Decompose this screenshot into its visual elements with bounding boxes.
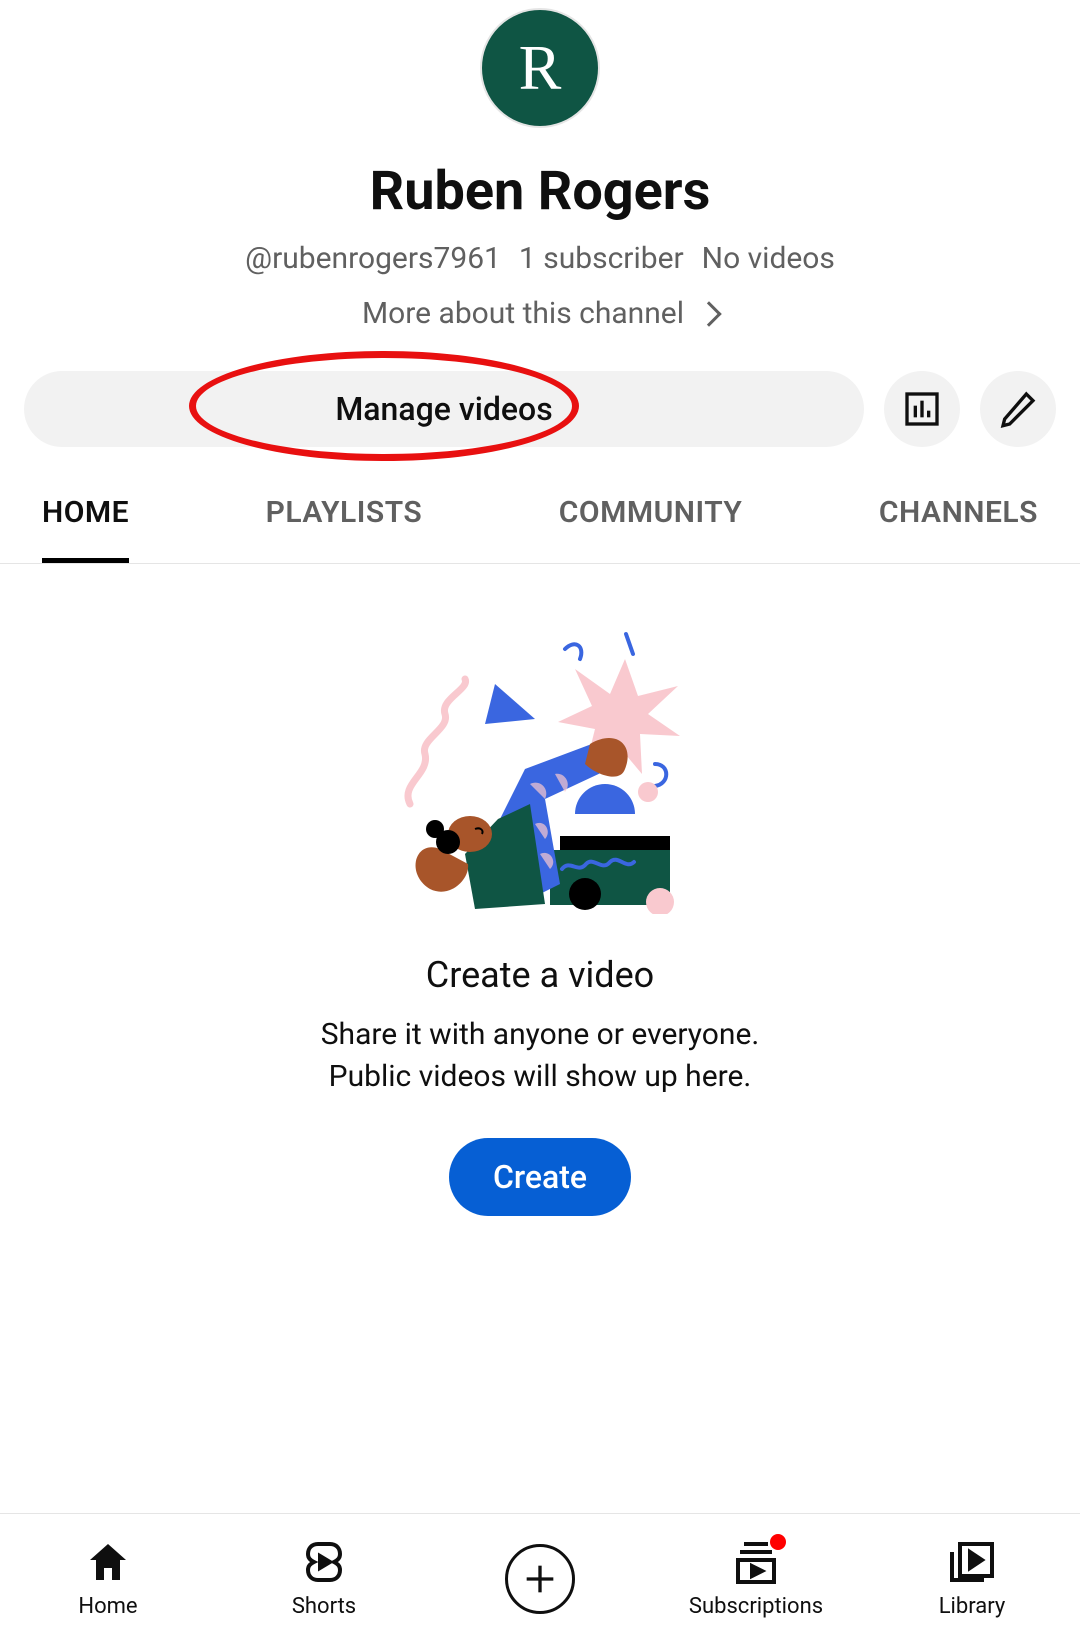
empty-desc-line1: Share it with anyone or everyone.	[321, 1014, 760, 1056]
more-about-link[interactable]: More about this channel	[362, 296, 718, 331]
library-icon	[948, 1538, 996, 1586]
tab-playlists[interactable]: PLAYLISTS	[266, 495, 423, 563]
video-count: No videos	[702, 241, 835, 276]
empty-state-description: Share it with anyone or everyone. Public…	[321, 1014, 760, 1098]
tab-home[interactable]: HOME	[42, 495, 129, 563]
nav-shorts-label: Shorts	[292, 1594, 356, 1619]
channel-name: Ruben Rogers	[370, 160, 711, 223]
notification-dot-icon	[770, 1534, 786, 1550]
nav-home[interactable]: Home	[28, 1538, 188, 1619]
nav-shorts[interactable]: Shorts	[244, 1538, 404, 1619]
create-button-label: Create	[493, 1158, 587, 1196]
analytics-button[interactable]	[884, 371, 960, 447]
edit-button[interactable]	[980, 371, 1056, 447]
manage-videos-label: Manage videos	[335, 390, 552, 428]
bottom-navigation: Home Shorts Subscriptions	[0, 1513, 1080, 1643]
avatar[interactable]: R	[480, 8, 600, 128]
subscriber-count: 1 subscriber	[519, 241, 684, 276]
nav-library-label: Library	[939, 1594, 1006, 1619]
avatar-letter: R	[519, 31, 562, 105]
pencil-icon	[998, 389, 1038, 429]
manage-videos-button[interactable]: Manage videos	[24, 371, 864, 447]
nav-create[interactable]	[460, 1544, 620, 1614]
channel-handle: @rubenrogers7961	[245, 241, 501, 276]
channel-meta: @rubenrogers7961 1 subscriber No videos	[245, 241, 835, 276]
home-icon	[84, 1538, 132, 1586]
create-video-illustration	[380, 624, 700, 914]
empty-state-title: Create a video	[426, 954, 654, 996]
shorts-icon	[300, 1538, 348, 1586]
subscriptions-icon	[732, 1538, 780, 1586]
nav-home-label: Home	[78, 1594, 137, 1619]
chevron-right-icon	[696, 301, 721, 326]
analytics-icon	[902, 389, 942, 429]
nav-subscriptions[interactable]: Subscriptions	[676, 1538, 836, 1619]
empty-desc-line2: Public videos will show up here.	[321, 1056, 760, 1098]
more-about-label: More about this channel	[362, 296, 684, 331]
nav-library[interactable]: Library	[892, 1538, 1052, 1619]
nav-subscriptions-label: Subscriptions	[689, 1594, 823, 1619]
tab-community[interactable]: COMMUNITY	[559, 495, 743, 563]
tab-channels[interactable]: CHANNELS	[879, 495, 1038, 563]
plus-icon	[505, 1544, 575, 1614]
create-button[interactable]: Create	[449, 1138, 631, 1216]
